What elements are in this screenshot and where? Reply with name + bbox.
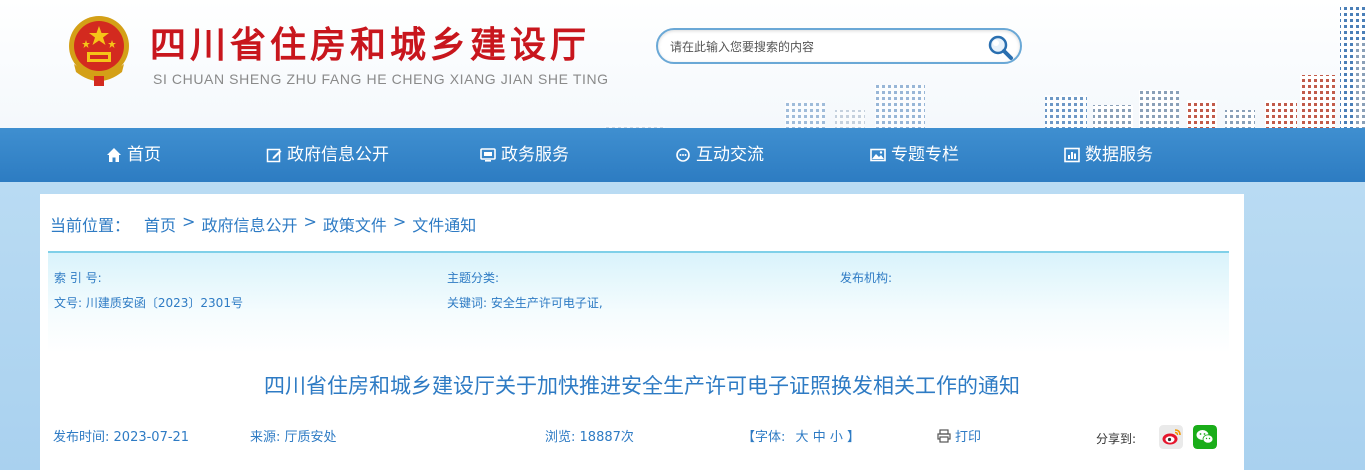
monitor-icon [480,148,496,162]
nav-label: 专题专栏 [891,145,959,165]
publisher-label: 发布机构: [840,271,893,285]
breadcrumb-label: 当前位置： [50,216,131,235]
keywords-label: 关键词: [447,296,488,310]
weibo-share-icon[interactable] [1159,425,1183,449]
nav-item-topics[interactable]: 专题专栏 [870,128,959,182]
index-number-label: 索 引 号: [54,271,102,285]
wechat-share-icon[interactable] [1193,425,1217,449]
main-nav: 首页 政府信息公开 政务服务 互动交流 专题专栏 数据服务 [0,128,1365,182]
publish-date-value: 2023-07-21 [113,430,190,445]
site-title: 四川省住房和城乡建设厅 [150,24,591,66]
breadcrumb-separator: > [182,212,196,231]
site-subtitle: SI CHUAN SHENG ZHU FANG HE CHENG XIANG J… [153,71,609,87]
breadcrumb: 当前位置： 首页 > 政府信息公开 > 政策文件 > 文件通知 [50,212,476,236]
source-label: 来源: [250,430,281,445]
image-icon [870,148,886,162]
breadcrumb-separator: > [303,212,317,231]
edit-icon [266,148,282,163]
home-icon [107,148,121,162]
source: 来源: 厅质安处 [250,426,337,445]
breadcrumb-gov-info[interactable]: 政府信息公开 [201,212,297,236]
publish-date-label: 发布时间: [53,430,110,445]
print-button[interactable]: 打印 [937,426,981,445]
national-emblem-icon [69,16,129,86]
nav-label: 政务服务 [501,145,569,165]
nav-label: 政府信息公开 [287,145,389,165]
topic-category: 主题分类: [447,269,499,286]
view-count-label: 浏览: [545,430,576,445]
keywords: 关键词: 安全生产许可电子证, [447,294,603,311]
content-panel: 当前位置： 首页 > 政府信息公开 > 政策文件 > 文件通知 索 引 号: 主… [40,194,1244,470]
share-label: 分享到: [1096,432,1137,446]
document-number: 文号: 川建质安函〔2023〕2301号 [54,294,243,311]
document-number-label: 文号: [54,296,83,310]
site-header: 四川省住房和城乡建设厅 SI CHUAN SHENG ZHU FANG HE C… [0,0,1365,128]
breadcrumb-home[interactable]: 首页 [144,212,176,236]
document-title: 四川省住房和城乡建设厅关于加快推进安全生产许可电子证照换发相关工作的通知 [264,374,1020,398]
font-size-close: 】 [847,430,861,445]
source-value: 厅质安处 [284,430,337,445]
nav-item-gov-service[interactable]: 政务服务 [480,128,569,182]
nav-item-data-service[interactable]: 数据服务 [1064,128,1153,182]
publisher: 发布机构: [840,269,892,286]
nav-item-interaction[interactable]: 互动交流 [675,128,764,182]
font-size-small[interactable]: 小 [830,430,843,445]
font-size-medium[interactable]: 中 [813,430,826,445]
nav-label: 互动交流 [696,145,764,165]
view-count: 浏览: 18887次 [545,426,634,445]
chart-icon [1064,147,1080,163]
printer-icon [937,428,951,443]
city-skyline-decoration [605,5,1365,128]
chat-icon [676,148,690,162]
view-count-value: 18887次 [579,430,634,445]
nav-label: 首页 [127,145,161,165]
breadcrumb-notices[interactable]: 文件通知 [412,212,476,236]
font-size-large[interactable]: 大 [796,430,809,445]
font-size-control: 【字体: 大 中 小 】 [742,426,860,445]
publish-date: 发布时间: 2023-07-21 [53,426,189,445]
keywords-value: 安全生产许可电子证, [490,296,603,310]
font-size-label: 【字体: [742,430,786,445]
nav-item-home[interactable]: 首页 [106,128,161,182]
print-label: 打印 [955,430,982,445]
document-number-value: 川建质安函〔2023〕2301号 [85,296,243,310]
breadcrumb-separator: > [392,212,407,231]
breadcrumb-policy-docs[interactable]: 政策文件 [323,212,387,236]
index-number: 索 引 号: [54,269,102,286]
topic-category-label: 主题分类: [447,271,500,285]
nav-item-gov-info[interactable]: 政府信息公开 [266,128,389,182]
document-meta-box: 索 引 号: 主题分类: 发布机构: 文号: 川建质安函〔2023〕2301号 … [48,251,1229,353]
nav-label: 数据服务 [1085,145,1153,165]
